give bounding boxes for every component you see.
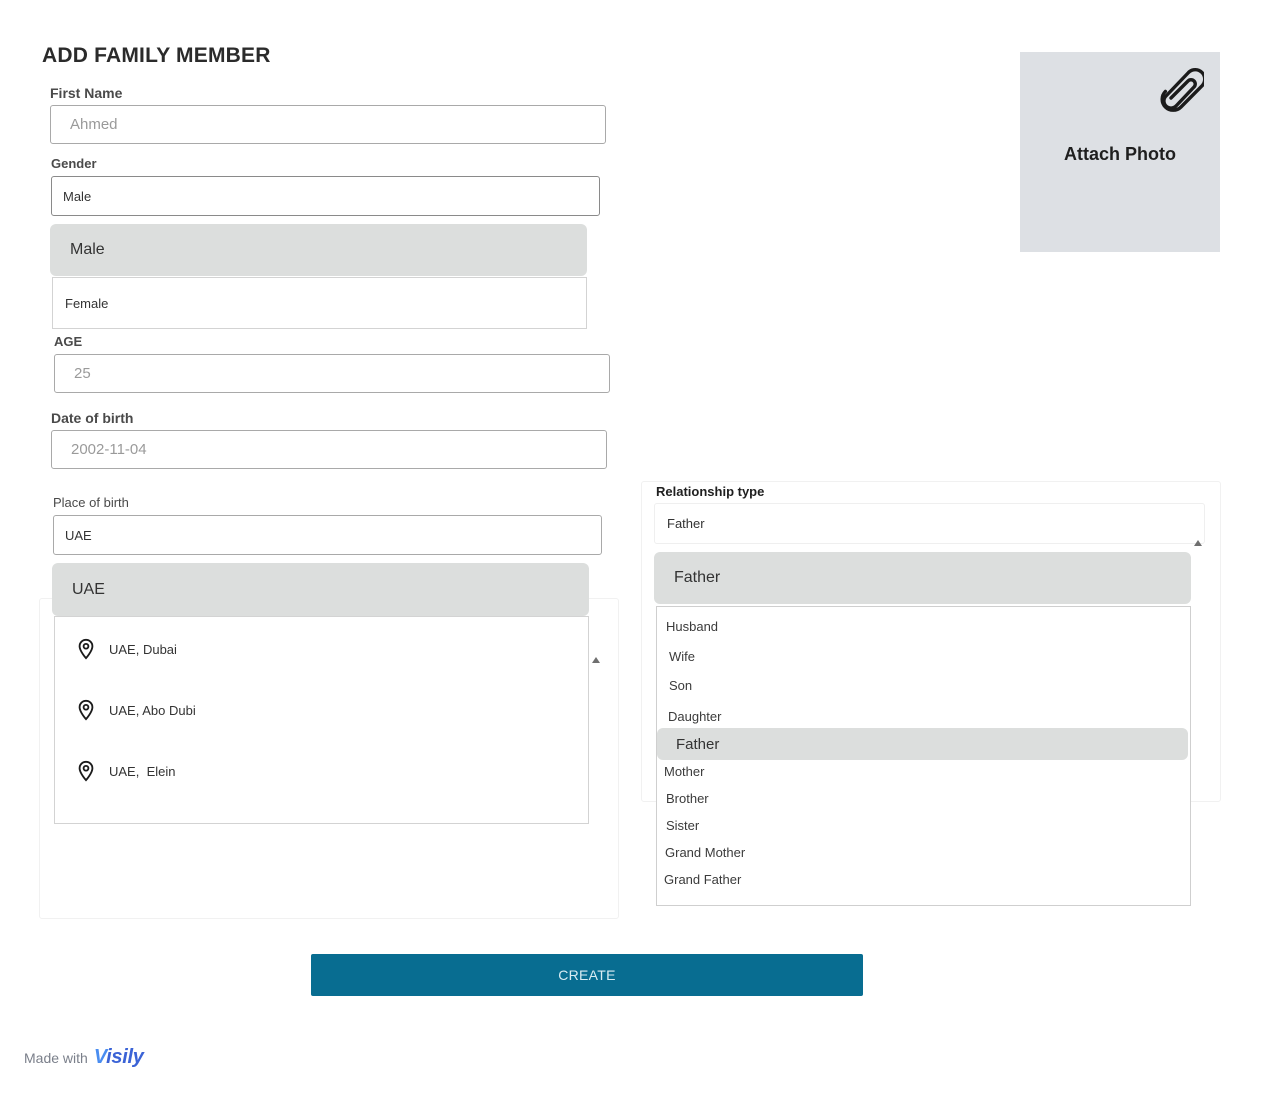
made-with-badge[interactable]: Made with Visily [24, 1046, 144, 1069]
place-suggestion-label: UAE, Dubai [109, 641, 177, 657]
relationship-select[interactable]: Father [654, 503, 1205, 544]
visily-logo-rest: isily [106, 1046, 144, 1068]
location-pin-icon [78, 760, 94, 782]
gender-select-value: Male [63, 188, 92, 204]
relationship-option-highlighted[interactable]: Father [654, 552, 1191, 604]
relationship-option[interactable]: Wife [669, 649, 695, 664]
relationship-option[interactable]: Grand Mother [665, 845, 745, 860]
attach-photo-box[interactable]: Attach Photo [1020, 52, 1220, 252]
relationship-option[interactable]: Grand Father [664, 872, 741, 887]
relationship-option-selected[interactable]: Father [657, 728, 1188, 760]
relationship-option-label: Father [676, 735, 720, 753]
place-option-label: UAE [72, 580, 105, 598]
age-input[interactable]: 25 [54, 354, 610, 393]
relationship-options-list: Husband Wife Son Daughter Father Mother … [656, 606, 1191, 906]
gender-option-male[interactable]: Male [50, 224, 587, 276]
relationship-option[interactable]: Son [669, 678, 692, 693]
gender-select[interactable]: Male [51, 176, 600, 216]
create-button[interactable]: CREATE [311, 954, 863, 996]
relationship-label: Relationship type [656, 484, 765, 499]
dob-placeholder: 2002-11-04 [71, 441, 147, 458]
page-title: ADD FAMILY MEMBER [42, 44, 271, 67]
relationship-option[interactable]: Mother [664, 764, 704, 779]
paperclip-icon [1160, 67, 1204, 112]
visily-logo-v: V [93, 1046, 107, 1068]
place-suggestion[interactable]: UAE, Dubai [75, 637, 177, 661]
place-of-birth-input[interactable]: UAE [53, 515, 602, 555]
relationship-option[interactable]: Brother [666, 791, 709, 806]
dob-label: Date of birth [51, 410, 134, 426]
relationship-option[interactable]: Sister [666, 818, 699, 833]
relationship-select-value: Father [667, 516, 705, 531]
place-suggestions-list: UAE, Dubai UAE, Abo Dubi UAE, Elein [54, 616, 589, 824]
relationship-option[interactable]: Husband [666, 619, 718, 634]
relationship-option-label: Father [674, 569, 721, 586]
first-name-label: First Name [50, 85, 123, 101]
scroll-up-icon[interactable] [592, 657, 600, 663]
attach-photo-label: Attach Photo [1064, 144, 1176, 164]
place-option-highlighted[interactable]: UAE [52, 563, 589, 616]
dob-input[interactable]: 2002-11-04 [51, 430, 607, 469]
visily-logo: Visily [94, 1046, 144, 1069]
place-of-birth-label: Place of birth [53, 495, 129, 510]
gender-option-female[interactable]: Female [52, 277, 587, 329]
place-suggestion[interactable]: UAE, Elein [75, 759, 175, 783]
place-suggestion[interactable]: UAE, Abo Dubi [75, 698, 196, 722]
age-label: AGE [54, 334, 83, 349]
gender-label: Gender [51, 156, 97, 171]
location-pin-icon [78, 699, 94, 721]
relationship-option[interactable]: Daughter [668, 709, 721, 724]
first-name-placeholder: Ahmed [70, 116, 118, 133]
made-with-text: Made with [24, 1049, 88, 1066]
relationship-caret-icon[interactable] [1194, 540, 1202, 546]
first-name-input[interactable]: Ahmed [50, 105, 606, 144]
place-suggestion-label: UAE, Abo Dubi [109, 702, 196, 718]
place-of-birth-value: UAE [65, 527, 92, 543]
gender-option-label: Female [65, 295, 109, 311]
gender-option-label: Male [70, 241, 105, 258]
age-placeholder: 25 [74, 365, 91, 382]
location-pin-icon [78, 638, 94, 660]
place-suggestion-label: UAE, Elein [109, 763, 176, 779]
